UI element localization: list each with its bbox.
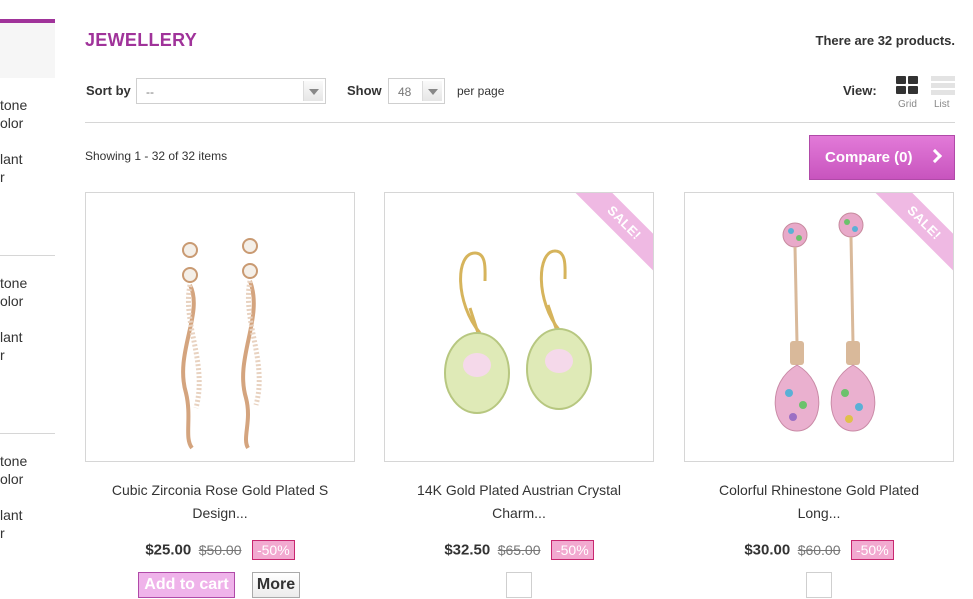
sidebar-item-text[interactable]: r	[0, 525, 5, 541]
show-label: Show	[347, 83, 382, 98]
product-name-line[interactable]: Long...	[684, 502, 954, 525]
product-old-price: $60.00	[797, 542, 841, 558]
price-row: $25.00 $50.00 -50%	[85, 540, 355, 560]
sale-ribbon-label: SALE!	[572, 193, 653, 275]
sidebar-item-text[interactable]: olor	[0, 471, 23, 487]
add-to-cart-button[interactable]: Add to cart	[138, 572, 235, 598]
product-image[interactable]: SALE!	[684, 192, 954, 462]
more-button[interactable]: More	[252, 572, 300, 598]
per-page-select[interactable]: 48	[388, 78, 445, 104]
chevron-right-icon	[927, 148, 943, 164]
compare-checkbox[interactable]	[806, 572, 832, 598]
toolbar-divider	[85, 122, 955, 123]
product-price: $30.00	[744, 541, 791, 559]
grid-view-icon[interactable]	[896, 76, 920, 96]
sale-ribbon: SALE!	[864, 193, 953, 282]
list-view-icon[interactable]	[931, 76, 955, 96]
product-name-line[interactable]: Colorful Rhinestone Gold Plated	[684, 479, 954, 502]
sidebar-item-text[interactable]: tone	[0, 97, 27, 113]
sale-ribbon: SALE!	[564, 193, 653, 282]
sort-select-value: --	[146, 85, 154, 99]
product-name-line[interactable]: Cubic Zirconia Rose Gold Plated S	[85, 479, 355, 502]
sidebar-item-text[interactable]: tone	[0, 453, 27, 469]
compare-button[interactable]: Compare (0)	[809, 135, 955, 180]
sidebar-divider	[0, 255, 55, 256]
discount-badge: -50%	[550, 540, 594, 560]
product-price: $25.00	[145, 541, 192, 559]
sidebar-header-box	[0, 23, 55, 78]
view-label: View:	[843, 83, 877, 98]
per-page-select-value: 48	[398, 85, 412, 99]
product-image[interactable]: SALE!	[384, 192, 654, 462]
product-name[interactable]: Colorful Rhinestone Gold Plated Long...	[684, 479, 954, 525]
product-image[interactable]	[85, 192, 355, 462]
product-name-line[interactable]: 14K Gold Plated Austrian Crystal	[384, 479, 654, 502]
sidebar-item-text[interactable]: r	[0, 347, 5, 363]
compare-checkbox[interactable]	[506, 572, 532, 598]
compare-button-label: Compare (0)	[825, 149, 913, 166]
chevron-down-icon[interactable]	[303, 81, 323, 101]
sort-select[interactable]: --	[136, 78, 326, 104]
sidebar-divider	[0, 433, 55, 434]
grid-view-caption[interactable]: Grid	[898, 99, 917, 110]
product-name-line[interactable]: Design...	[85, 502, 355, 525]
showing-items-text: Showing 1 - 32 of 32 items	[85, 149, 228, 163]
sale-ribbon-label: SALE!	[872, 193, 953, 275]
sidebar-item-text[interactable]: olor	[0, 293, 23, 309]
sidebar-item-text[interactable]: lant	[0, 329, 23, 345]
sidebar-item-text[interactable]: lant	[0, 507, 23, 523]
product-old-price: $50.00	[198, 542, 242, 558]
price-row: $32.50 $65.00 -50%	[384, 540, 654, 560]
discount-badge: -50%	[251, 540, 295, 560]
sidebar-item-text[interactable]: olor	[0, 115, 23, 131]
product-name-line[interactable]: Charm...	[384, 502, 654, 525]
sort-label: Sort by	[86, 83, 131, 98]
category-sidebar: tone olor lant r tone olor lant r tone o…	[0, 0, 56, 599]
product-name[interactable]: 14K Gold Plated Austrian Crystal Charm..…	[384, 479, 654, 525]
sidebar-item-text[interactable]: tone	[0, 275, 27, 291]
page-title: JEWELLERY	[85, 30, 198, 50]
earring-image-icon	[181, 238, 262, 450]
product-price: $32.50	[444, 541, 491, 559]
price-row: $30.00 $60.00 -50%	[684, 540, 954, 560]
chevron-down-icon[interactable]	[422, 81, 442, 101]
product-count: There are 32 products.	[815, 33, 955, 48]
list-view-caption[interactable]: List	[934, 99, 950, 110]
sidebar-item-text[interactable]: lant	[0, 151, 23, 167]
sidebar-item-text[interactable]: r	[0, 169, 5, 185]
product-name[interactable]: Cubic Zirconia Rose Gold Plated S Design…	[85, 479, 355, 525]
product-old-price: $65.00	[497, 542, 541, 558]
discount-badge: -50%	[850, 540, 894, 560]
per-page-label: per page	[457, 84, 505, 98]
